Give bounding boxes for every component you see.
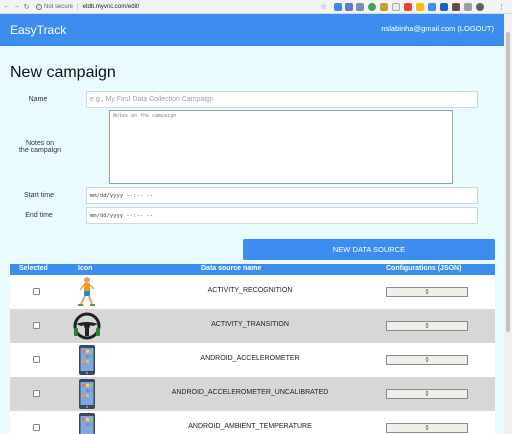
brand-logo[interactable]: EasyTrack <box>10 23 66 37</box>
notes-textarea[interactable]: Notes on the campaign <box>109 110 453 184</box>
table-row: ACTIVITY_RECOGNITION {} <box>10 275 495 309</box>
table-row: ANDROID_AMBIENT_TEMPERATURE {} <box>10 411 495 434</box>
extension-icon[interactable] <box>380 3 388 11</box>
forward-icon[interactable]: → <box>13 3 20 10</box>
phone-icon <box>79 413 95 434</box>
bookmark-star-icon[interactable]: ☆ <box>320 2 327 11</box>
select-checkbox[interactable] <box>33 356 40 363</box>
user-logout-link[interactable]: nslabinha@gmail.com (LOGOUT) <box>381 24 494 33</box>
extension-icon[interactable] <box>404 3 412 11</box>
select-checkbox[interactable] <box>33 390 40 397</box>
config-input[interactable]: {} <box>386 287 468 297</box>
address-bar[interactable]: etdb.myvnc.com/edit/ <box>83 4 140 10</box>
notes-label-line1: Notes on <box>25 140 55 147</box>
data-source-name: ACTIVITY_TRANSITION <box>211 321 289 328</box>
table-row: ANDROID_ACCELEROMETER {} <box>10 343 495 377</box>
info-icon: i <box>36 3 42 10</box>
notes-label-line2: the campaign <box>18 147 62 154</box>
extension-icon[interactable] <box>392 3 400 11</box>
extension-icon[interactable] <box>452 3 460 11</box>
data-source-name: ANDROID_ACCELEROMETER_UNCALIBRATED <box>171 389 329 396</box>
header-name: Data source name <box>201 265 262 272</box>
start-time-label: Start time <box>24 192 54 199</box>
extension-icon[interactable] <box>356 3 364 11</box>
url-separator: | <box>77 3 79 10</box>
end-time-input[interactable]: mm/dd/yyyy --:-- -- <box>86 207 478 224</box>
extension-icon[interactable] <box>416 3 424 11</box>
data-source-name: ACTIVITY_RECOGNITION <box>207 287 293 294</box>
app-header: EasyTrack nslabinha@gmail.com (LOGOUT) <box>0 14 504 46</box>
new-data-source-button[interactable]: NEW DATA SOURCE <box>243 239 495 260</box>
security-indicator[interactable]: i Not secure <box>36 3 74 10</box>
phone-icon <box>79 379 95 409</box>
scrollbar[interactable] <box>504 14 512 434</box>
table-row: ANDROID_ACCELEROMETER_UNCALIBRATED {} <box>10 377 495 411</box>
back-icon[interactable]: ← <box>3 3 10 10</box>
phone-icon <box>79 345 95 375</box>
extension-icon[interactable] <box>368 3 376 11</box>
config-input[interactable]: {} <box>386 355 468 365</box>
name-label: Name <box>28 96 48 103</box>
extension-icon[interactable] <box>464 3 472 11</box>
menu-icon[interactable]: ⋮ <box>498 3 505 11</box>
header-icon: Icon <box>78 265 93 272</box>
extension-icon[interactable] <box>345 3 353 11</box>
profile-avatar[interactable] <box>476 3 484 11</box>
table-row: ACTIVITY_TRANSITION {} <box>10 309 495 343</box>
extension-icon[interactable] <box>440 3 448 11</box>
start-time-input[interactable]: mm/dd/yyyy --:-- -- <box>86 187 478 204</box>
name-input[interactable]: e.g., My First Data Collection Campaign <box>86 91 478 108</box>
notes-label: Notes on the campaign <box>8 140 72 154</box>
table-header: Selected Icon Data source name Configura… <box>10 264 495 275</box>
security-label: Not secure <box>44 3 74 10</box>
extension-icon[interactable] <box>428 3 436 11</box>
config-input[interactable]: {} <box>386 423 468 433</box>
data-source-name: ANDROID_ACCELEROMETER <box>200 355 300 362</box>
select-checkbox[interactable] <box>33 288 40 295</box>
extension-icon[interactable] <box>334 3 342 11</box>
config-input[interactable]: {} <box>386 389 468 399</box>
select-checkbox[interactable] <box>33 424 40 431</box>
steering-wheel-icon <box>73 312 101 340</box>
data-source-name: ANDROID_AMBIENT_TEMPERATURE <box>188 423 312 430</box>
end-time-label: End time <box>25 212 53 219</box>
reload-icon[interactable]: ↻ <box>23 3 30 11</box>
runner-icon <box>78 277 95 306</box>
header-selected: Selected <box>19 265 48 272</box>
page-title: New campaign <box>10 64 116 81</box>
config-input[interactable]: {} <box>386 321 468 331</box>
browser-toolbar: ← → ↻ i Not secure | etdb.myvnc.com/edit… <box>0 0 512 14</box>
scrollbar-thumb[interactable] <box>506 32 510 332</box>
header-config: Configurations (JSON) <box>386 265 462 272</box>
select-checkbox[interactable] <box>33 322 40 329</box>
